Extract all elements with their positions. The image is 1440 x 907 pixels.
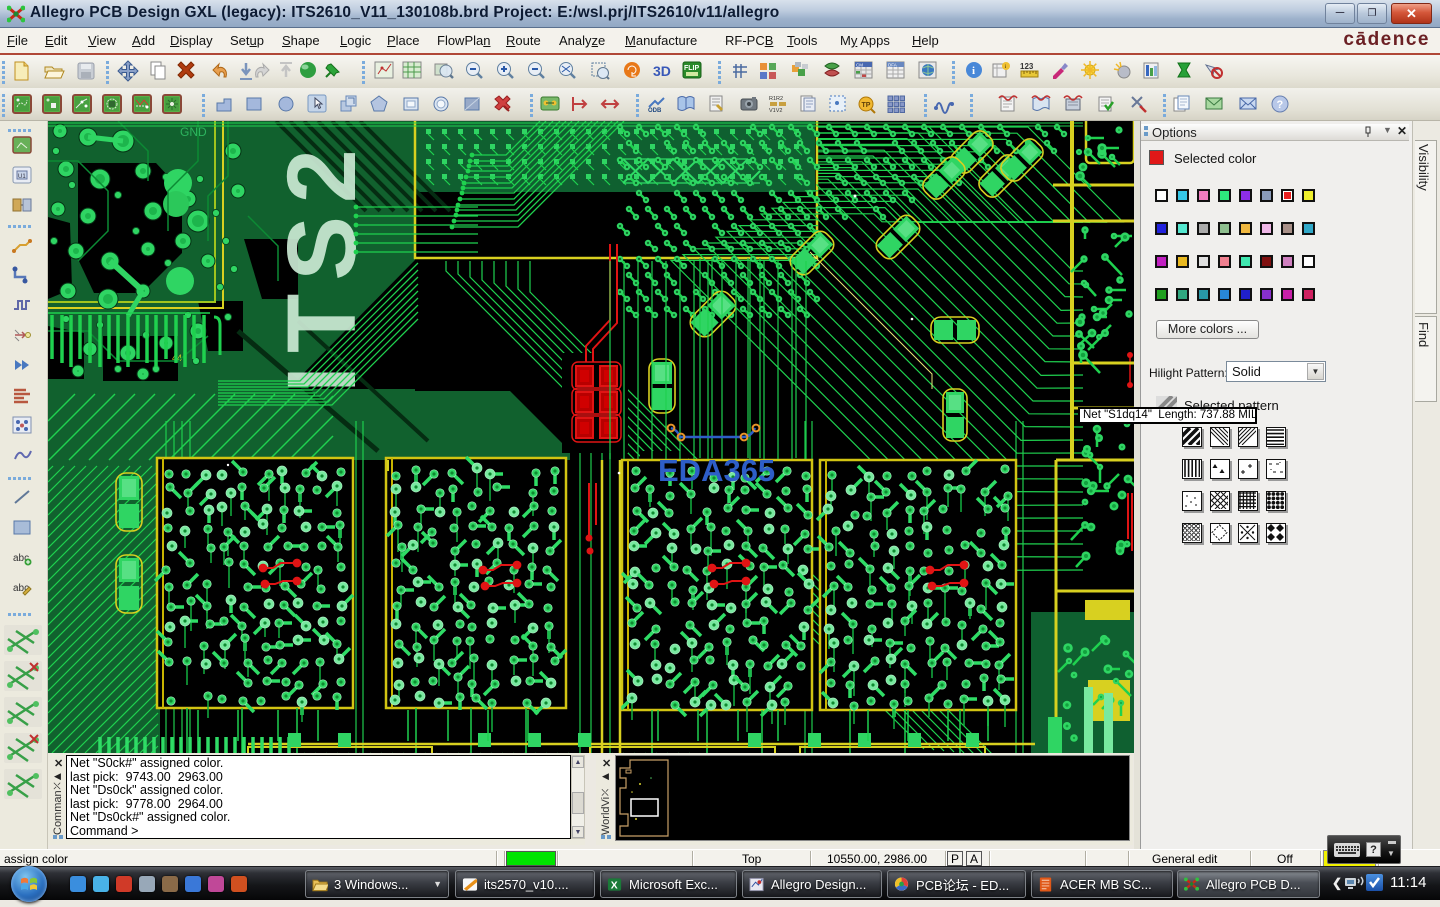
svg-text:EDA365: EDA365 — [658, 453, 775, 488]
svg-text:ITS2: ITS2 — [267, 136, 376, 393]
svg-text:GND: GND — [180, 125, 207, 139]
svg-text:X: X — [611, 880, 618, 891]
svg-text:3D: 3D — [653, 63, 671, 79]
svg-text:123: 123 — [1020, 62, 1034, 71]
svg-text:i: i — [972, 65, 975, 77]
svg-text:FLIP: FLIP — [684, 65, 699, 72]
svg-text:R1R2: R1R2 — [769, 96, 783, 102]
svg-text:?: ? — [1277, 99, 1284, 111]
svg-text:TP: TP — [862, 102, 871, 109]
svg-text:V1V2: V1V2 — [769, 108, 782, 114]
svg-text:DFA: DFA — [888, 63, 897, 68]
svg-text:ODB: ODB — [648, 108, 662, 114]
svg-text:U1: U1 — [18, 174, 26, 180]
svg-text:CM: CM — [856, 63, 863, 68]
